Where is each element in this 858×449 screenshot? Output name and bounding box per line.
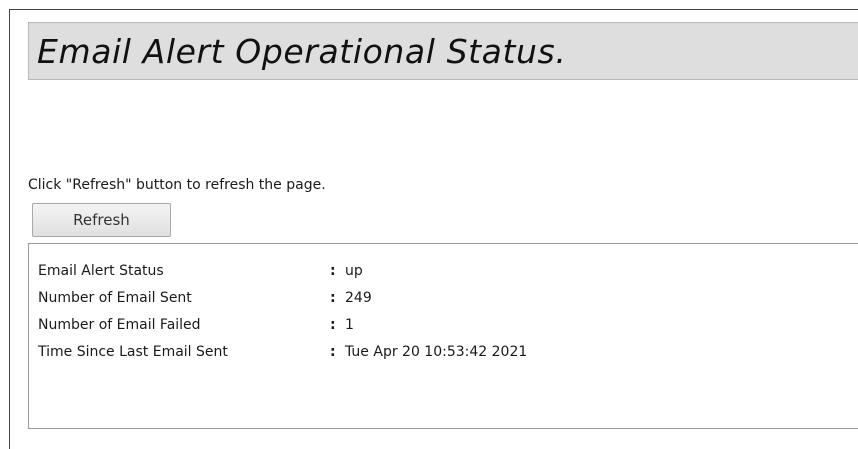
status-label: Time Since Last Email Sent (38, 344, 228, 360)
status-label: Number of Email Failed (38, 317, 201, 333)
status-value: 1 (345, 317, 354, 333)
status-panel: Email Alert Status : up Number of Email … (28, 243, 858, 429)
status-separator: : (330, 263, 336, 279)
title-bar: Email Alert Operational Status. (28, 22, 858, 80)
status-separator: : (330, 344, 336, 360)
status-value: 249 (345, 290, 372, 306)
status-separator: : (330, 290, 336, 306)
page-title: Email Alert Operational Status. (37, 32, 567, 71)
status-label: Email Alert Status (38, 263, 164, 279)
status-value: up (345, 263, 363, 279)
status-label: Number of Email Sent (38, 290, 192, 306)
status-separator: : (330, 317, 336, 333)
refresh-instruction: Click "Refresh" button to refresh the pa… (28, 177, 326, 193)
status-value: Tue Apr 20 10:53:42 2021 (345, 344, 528, 360)
refresh-button[interactable]: Refresh (32, 203, 171, 237)
